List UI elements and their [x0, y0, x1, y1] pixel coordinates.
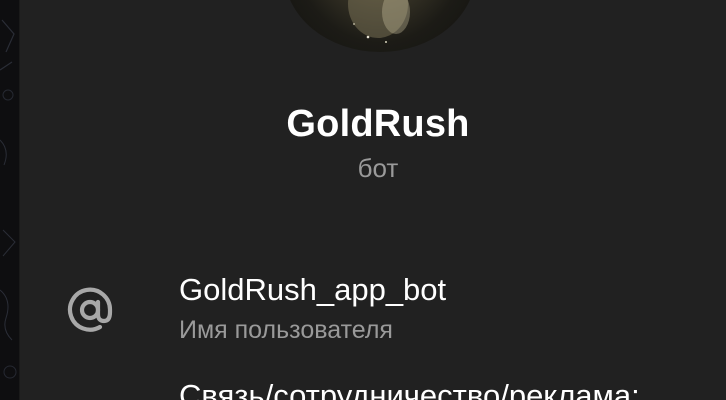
username-value: GoldRush_app_bot	[179, 272, 447, 307]
bot-avatar[interactable]	[284, 0, 476, 52]
chat-background-strip	[0, 0, 19, 400]
bot-status: бот	[357, 153, 399, 183]
username-label: Имя пользователя	[179, 316, 393, 344]
panel-divider	[19, 0, 20, 400]
username-row[interactable]: GoldRush_app_bot Имя пользователя	[179, 264, 719, 354]
bot-name: GoldRush	[286, 103, 470, 145]
at-icon	[66, 286, 114, 334]
bot-profile-screen: GoldRush бот GoldRush_app_bot Имя пользо…	[0, 0, 726, 400]
description-text: Связь/сотрудничество/реклама:	[179, 378, 640, 400]
